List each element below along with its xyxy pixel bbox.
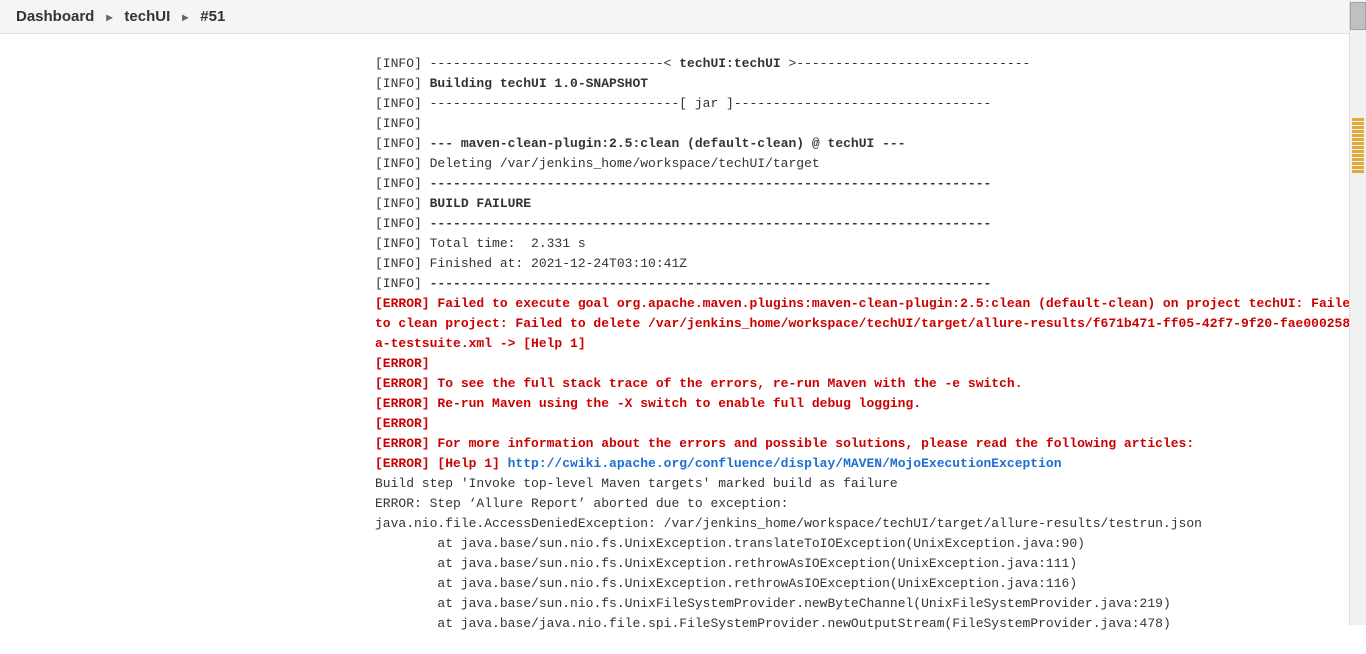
scroll-marker	[1352, 142, 1364, 145]
vertical-scrollbar[interactable]	[1349, 0, 1366, 625]
scroll-thumb[interactable]	[1350, 2, 1366, 30]
help-link[interactable]: http://cwiki.apache.org/confluence/displ…	[508, 456, 1062, 471]
console-line: [ERROR]	[375, 414, 1366, 434]
console-line: [ERROR] For more information about the e…	[375, 434, 1366, 454]
console-line: [INFO] ---------------------------------…	[375, 274, 1366, 294]
console-line: [ERROR]	[375, 354, 1366, 374]
console-line: [INFO] ------------------------------< t…	[375, 54, 1366, 74]
console-line: at java.base/sun.nio.fs.UnixException.re…	[375, 574, 1366, 594]
console-line: [ERROR] Re-run Maven using the -X switch…	[375, 394, 1366, 414]
scroll-marker	[1352, 166, 1364, 169]
console-line: [INFO] BUILD FAILURE	[375, 194, 1366, 214]
scroll-marker	[1352, 134, 1364, 137]
breadcrumb-project[interactable]: techUI	[124, 8, 170, 25]
scroll-marker	[1352, 170, 1364, 173]
console-line: [ERROR] To see the full stack trace of t…	[375, 374, 1366, 394]
scroll-marker	[1352, 130, 1364, 133]
scroll-marker	[1352, 138, 1364, 141]
scroll-marker	[1352, 122, 1364, 125]
console-line: [INFO] --------------------------------[…	[375, 94, 1366, 114]
scroll-marker	[1352, 146, 1364, 149]
scroll-marker	[1352, 126, 1364, 129]
console-line: java.nio.file.AccessDeniedException: /va…	[375, 514, 1366, 534]
console-line: at java.base/sun.nio.fs.UnixException.re…	[375, 554, 1366, 574]
console-line: [INFO]	[375, 114, 1366, 134]
console-line: [INFO] Total time: 2.331 s	[375, 234, 1366, 254]
scroll-marker	[1352, 150, 1364, 153]
console-line: [INFO] Deleting /var/jenkins_home/worksp…	[375, 154, 1366, 174]
scroll-marker	[1352, 158, 1364, 161]
scroll-marker	[1352, 118, 1364, 121]
console-line: [INFO] ---------------------------------…	[375, 214, 1366, 234]
console-line: at java.base/sun.nio.fs.UnixException.tr…	[375, 534, 1366, 554]
console-line: [INFO] Finished at: 2021-12-24T03:10:41Z	[375, 254, 1366, 274]
scroll-marker	[1352, 162, 1364, 165]
console-line: Build step 'Invoke top-level Maven targe…	[375, 474, 1366, 494]
console-line: [ERROR] Failed to execute goal org.apach…	[375, 294, 1366, 354]
console-line: [INFO] --- maven-clean-plugin:2.5:clean …	[375, 134, 1366, 154]
chevron-right-icon: ▸	[106, 10, 112, 24]
breadcrumb-dashboard[interactable]: Dashboard	[16, 8, 94, 25]
console-line: [ERROR] [Help 1] http://cwiki.apache.org…	[375, 454, 1366, 474]
breadcrumb: Dashboard ▸ techUI ▸ #51	[0, 0, 1366, 34]
scroll-marker	[1352, 154, 1364, 157]
console-line: [INFO] Building techUI 1.0-SNAPSHOT	[375, 74, 1366, 94]
console-output: [INFO] ------------------------------< t…	[0, 34, 1366, 654]
console-line: [INFO] ---------------------------------…	[375, 174, 1366, 194]
console-line: ERROR: Step ‘Allure Report’ aborted due …	[375, 494, 1366, 514]
breadcrumb-build[interactable]: #51	[200, 8, 225, 25]
chevron-right-icon: ▸	[182, 10, 188, 24]
console-line: at java.base/sun.nio.fs.UnixFileSystemPr…	[375, 594, 1366, 614]
console-line: at java.base/java.nio.file.spi.FileSyste…	[375, 614, 1366, 634]
